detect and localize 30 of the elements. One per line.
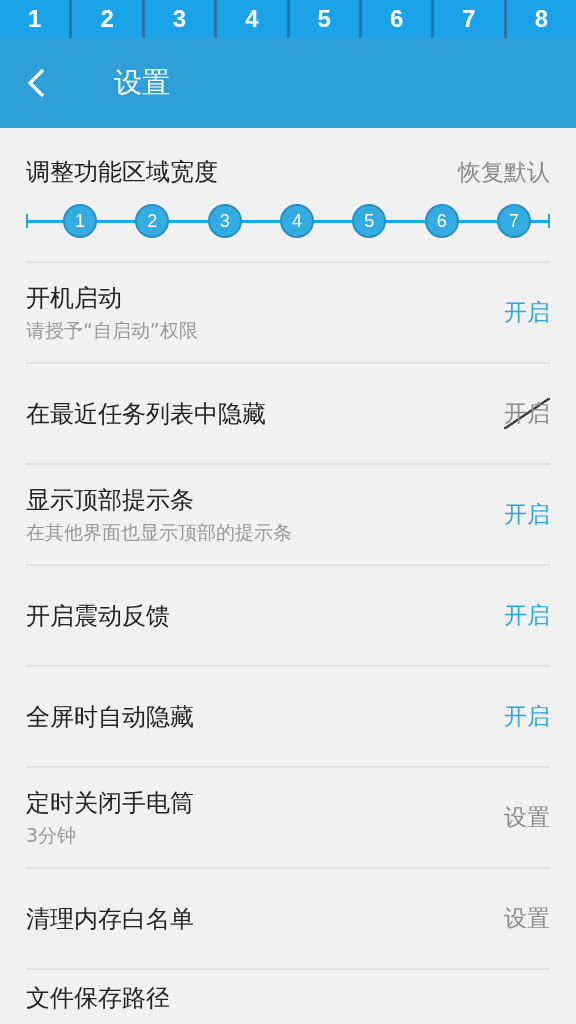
setting-title: 在最近任务列表中隐藏 xyxy=(26,398,266,430)
step-marker[interactable]: 3 xyxy=(207,204,242,238)
toggle-link[interactable]: 开启 xyxy=(504,600,550,631)
toggle-link[interactable]: 开启 xyxy=(504,701,550,732)
reset-default-link[interactable]: 恢复默认 xyxy=(458,156,550,188)
setting-title: 开机启动 xyxy=(26,282,123,314)
setting-title: 全屏时自动隐藏 xyxy=(26,701,194,733)
setting-title: 显示顶部提示条 xyxy=(26,484,195,516)
setting-description: 在其他界面也显示顶部的提示条 xyxy=(26,519,292,545)
settings-link[interactable]: 设置 xyxy=(504,903,550,934)
toggle-link[interactable]: 开启 xyxy=(504,499,550,530)
setting-title: 清理内存白名单 xyxy=(26,903,194,935)
step-marker[interactable]: 6 xyxy=(424,204,459,238)
back-icon xyxy=(26,67,46,99)
page-title: 设置 xyxy=(114,65,170,101)
toggle-link[interactable]: 开启 xyxy=(504,398,550,429)
setting-description: 3分钟 xyxy=(26,822,78,848)
toggle-link[interactable]: 开启 xyxy=(504,297,550,328)
setting-title: 调整功能区域宽度 xyxy=(26,157,218,188)
step-marker[interactable]: 2 xyxy=(135,204,170,238)
step-marker[interactable]: 7 xyxy=(496,204,531,238)
settings-link[interactable]: 设置 xyxy=(504,802,550,833)
setting-description: 请授予“自启动”权限 xyxy=(26,317,198,343)
setting-title: 定时关闭手电筒 xyxy=(26,787,194,819)
step-marker[interactable]: 5 xyxy=(352,204,387,238)
step-marker[interactable]: 1 xyxy=(63,204,97,238)
setting-title: 文件保存路径 xyxy=(26,983,170,1014)
setting-title: 开启震动反馈 xyxy=(26,600,170,632)
region-segment[interactable]: 8 xyxy=(506,0,576,38)
step-marker[interactable]: 4 xyxy=(280,204,314,238)
